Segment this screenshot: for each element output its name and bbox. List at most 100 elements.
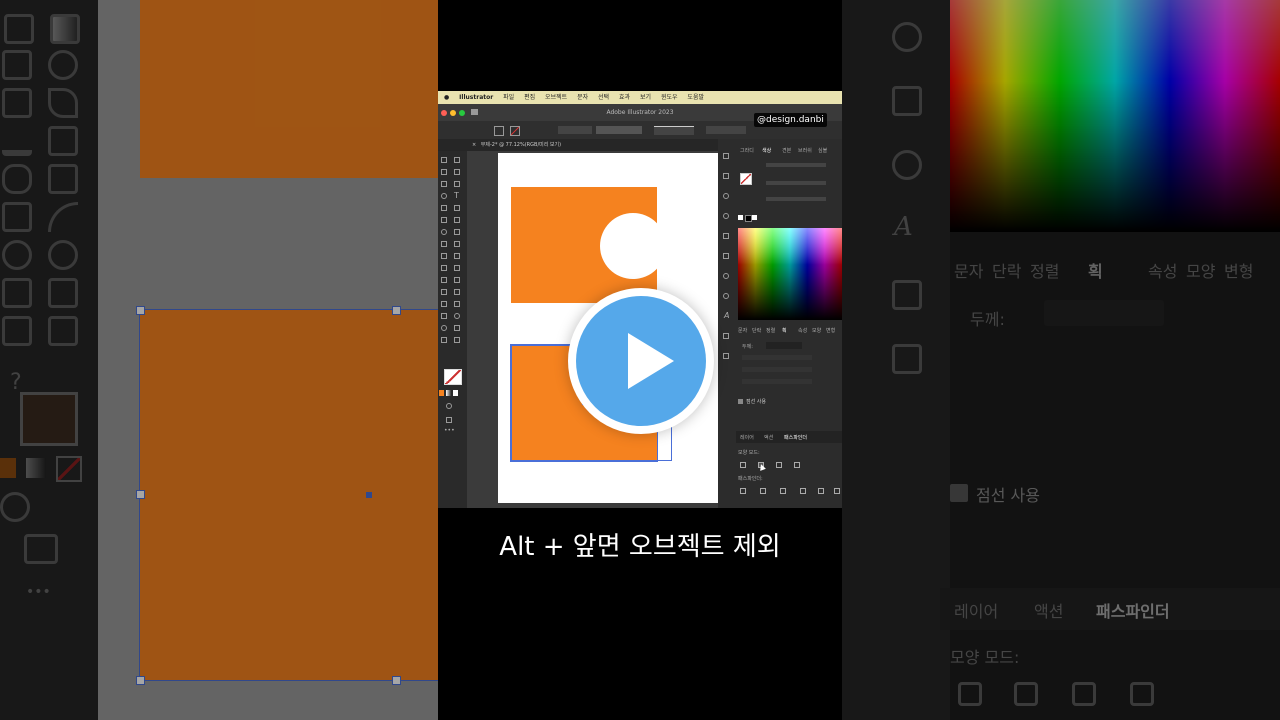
more-tools-icon[interactable]: ••• [444, 427, 455, 434]
scale-tool-icon[interactable] [454, 229, 460, 235]
mesh-tool-icon[interactable] [441, 265, 447, 271]
brush-tool-icon[interactable] [441, 181, 447, 187]
color-panel-icon[interactable] [723, 293, 729, 299]
free-transform-tool-icon[interactable] [441, 253, 447, 259]
merge-button[interactable] [780, 488, 786, 494]
tab-color[interactable]: 색상 [762, 147, 771, 154]
zoom-tool-icon[interactable] [454, 313, 460, 319]
tab-properties[interactable]: 속성 [798, 327, 807, 334]
eraser-tool-icon[interactable] [441, 217, 447, 223]
opacity-control[interactable] [706, 126, 746, 134]
brush-control[interactable] [654, 126, 694, 135]
tab-transform[interactable]: 변형 [826, 327, 835, 334]
tab-actions[interactable]: 액션 [764, 434, 773, 441]
graph-tool-icon[interactable] [441, 289, 447, 295]
stroke-weight-input[interactable] [766, 342, 802, 349]
screen-mode-icon[interactable] [446, 417, 452, 423]
ellipse-tool-icon[interactable] [441, 193, 447, 199]
graphic-styles-panel-icon[interactable] [723, 253, 729, 259]
close-tab-icon[interactable]: × [472, 142, 476, 148]
play-button[interactable] [568, 288, 714, 434]
divide-button[interactable] [740, 488, 746, 494]
white-circle[interactable] [600, 213, 666, 279]
transform-panel-icon[interactable] [723, 353, 729, 359]
white-swatch-small[interactable] [752, 215, 757, 220]
selection-tool-icon[interactable] [441, 157, 447, 163]
scissors-tool-icon[interactable] [454, 217, 460, 223]
variable-width-control[interactable] [596, 126, 642, 134]
none-mode-swatch[interactable] [453, 390, 458, 396]
color-guide-panel-icon[interactable] [723, 193, 729, 199]
black-swatch-small[interactable] [745, 215, 752, 222]
symbols-panel-icon[interactable] [723, 233, 729, 239]
tab-layers[interactable]: 레이어 [740, 434, 754, 441]
stroke-weight-control[interactable] [558, 126, 592, 134]
direct-selection-tool-icon[interactable] [454, 157, 460, 163]
color-slider-1[interactable] [766, 163, 826, 167]
tab-symbols[interactable]: 심볼 [818, 147, 827, 154]
blend-tool-icon[interactable] [454, 277, 460, 283]
shape-builder-tool-icon[interactable] [454, 253, 460, 259]
fill-stroke-indicator[interactable] [444, 369, 462, 385]
color-spectrum[interactable] [738, 228, 842, 320]
hand-tool-icon[interactable] [441, 313, 447, 319]
line-tool-icon[interactable] [454, 205, 460, 211]
crop-button[interactable] [800, 488, 806, 494]
warp-tool-icon[interactable] [454, 241, 460, 247]
intersect-button[interactable] [776, 462, 782, 468]
color-mode-swatch[interactable] [439, 390, 444, 396]
menu-file[interactable]: 파일 [503, 94, 514, 101]
menu-object[interactable]: 오브젝트 [545, 94, 567, 101]
brushes-panel-icon[interactable] [723, 273, 729, 279]
unite-button[interactable] [740, 462, 746, 468]
tab-align[interactable]: 정렬 [766, 327, 775, 334]
tab-stroke[interactable]: 획 [782, 327, 787, 334]
menu-help[interactable]: 도움말 [687, 94, 704, 101]
menu-window[interactable]: 윈도우 [661, 94, 678, 101]
outline-button[interactable] [818, 488, 824, 494]
pen-tool-icon[interactable] [441, 169, 447, 175]
tab-paragraph[interactable]: 단락 [752, 327, 761, 334]
document-tab[interactable]: 무제-2* @ 77.12%(RGB/미리 보기) [481, 142, 561, 148]
pencil-tool-icon[interactable] [441, 205, 447, 211]
artboard-tool-icon[interactable] [441, 301, 447, 307]
ruler-tool-icon[interactable] [454, 337, 460, 343]
menu-select[interactable]: 선택 [598, 94, 609, 101]
stroke-color-control[interactable] [510, 126, 520, 136]
measure-tool-icon[interactable] [454, 325, 460, 331]
menu-edit[interactable]: 편집 [524, 94, 535, 101]
export-panel-icon[interactable] [723, 173, 729, 179]
symbol-sprayer-icon[interactable] [454, 289, 460, 295]
appearance-panel-icon[interactable] [723, 153, 729, 159]
width-tool-icon[interactable] [441, 241, 447, 247]
color-fill-stroke[interactable] [740, 173, 752, 185]
pin-tool-icon[interactable] [441, 337, 447, 343]
tab-character[interactable]: 문자 [738, 327, 747, 334]
trim-button[interactable] [760, 488, 766, 494]
menu-type[interactable]: 문자 [577, 94, 588, 101]
none-swatch-small[interactable] [738, 215, 743, 220]
menu-view[interactable]: 보기 [640, 94, 651, 101]
tab-pathfinder[interactable]: 패스파인더 [784, 434, 807, 441]
image-trace-panel-icon[interactable] [723, 333, 729, 339]
tab-brushes[interactable]: 브러쉬 [798, 147, 812, 154]
type-tool-icon[interactable]: T [454, 191, 459, 200]
color-slider-2[interactable] [766, 181, 826, 185]
slice-tool-icon[interactable] [454, 301, 460, 307]
info-panel-icon[interactable] [723, 213, 729, 219]
menu-app-name[interactable]: Illustrator [459, 94, 493, 101]
spiral-tool-icon[interactable] [441, 325, 447, 331]
blob-brush-icon[interactable] [454, 181, 460, 187]
gradient-tool-icon[interactable] [454, 265, 460, 271]
rotate-tool-icon[interactable] [441, 229, 447, 235]
tab-gradient[interactable]: 그라디 [740, 147, 754, 154]
curvature-tool-icon[interactable] [454, 169, 460, 175]
play-button-circle[interactable] [576, 296, 706, 426]
eyedropper-tool-icon[interactable] [441, 277, 447, 283]
exclude-button[interactable] [794, 462, 800, 468]
gradient-mode-swatch[interactable] [446, 390, 451, 396]
draw-mode-icon[interactable] [446, 403, 452, 409]
fill-color-control[interactable] [494, 126, 504, 136]
apple-icon[interactable]: ● [444, 94, 449, 101]
menu-effect[interactable]: 효과 [619, 94, 630, 101]
